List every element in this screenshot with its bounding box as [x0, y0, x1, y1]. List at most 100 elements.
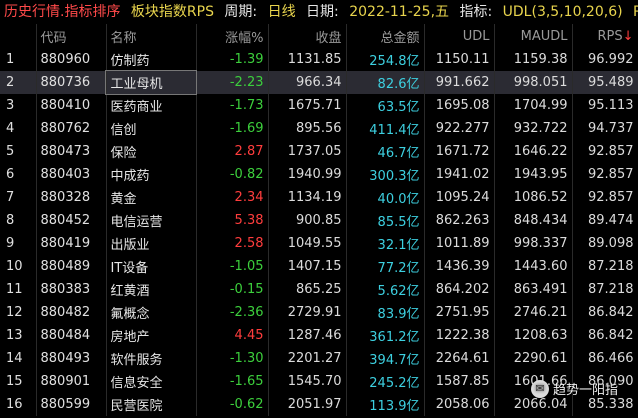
stock-code: 880482 [36, 301, 107, 324]
col-header-close[interactable]: 收盘 [268, 24, 347, 48]
row-index: 10 [0, 255, 37, 278]
change-pct: 2.58 [196, 232, 269, 255]
total-amount: 254.8亿 [346, 48, 425, 71]
stock-name: 医药商业 [106, 94, 197, 117]
col-header-udl[interactable]: UDL [424, 24, 495, 48]
table-row[interactable]: 8 880452 电信运营 5.38 900.85 85.5亿 862.263 848.434… [0, 209, 638, 232]
table-row[interactable]: 11 880383 红黄酒 -0.15 865.25 5.62亿 864.202 863.49… [0, 278, 638, 301]
table-header-row: 代码 名称 涨幅% 收盘 总金额 UDL MAUDL RPS↓ [0, 24, 638, 48]
stock-code: 880403 [36, 163, 107, 186]
table-row[interactable]: 2 880736 工业母机 -2.23 966.34 82.6亿 991.662 998.05… [0, 70, 638, 95]
stock-code: 880736 [36, 71, 107, 94]
udl-value: 1587.85 [424, 370, 495, 393]
table-row[interactable]: 12 880482 氟概念 -2.36 2729.91 83.9亿 2751.95 2746.… [0, 301, 638, 324]
sort-desc-icon: ↓ [622, 28, 634, 44]
table-row[interactable]: 14 880493 软件服务 -1.30 2201.27 394.7亿 2264.61 229… [0, 347, 638, 370]
total-amount: 46.7亿 [346, 140, 425, 163]
title-bar: 历史行情.指标排序 板块指数RPS 周期: 日线 日期: 2022-11-25,… [0, 0, 638, 24]
date-value[interactable]: 2022-11-25,五 [349, 4, 449, 20]
rps-value: 86.842 [572, 301, 638, 324]
table-row[interactable]: 1 880960 仿制药 -1.39 1131.85 254.8亿 1150.11 1159.… [0, 48, 638, 71]
row-index: 7 [0, 186, 37, 209]
watermark: ✉ 趋势一阳指 [530, 379, 618, 398]
stock-code: 880762 [36, 117, 107, 140]
table-row[interactable]: 13 880484 房地产 4.45 1287.46 361.2亿 1222.38 1208.… [0, 324, 638, 347]
total-amount: 85.5亿 [346, 209, 425, 232]
udl-value: 1011.89 [424, 232, 495, 255]
change-pct: -2.36 [196, 301, 269, 324]
rps-value: 92.857 [572, 186, 638, 209]
stock-name: 出版业 [106, 232, 197, 255]
rps-value: 92.857 [572, 140, 638, 163]
stock-name: 红黄酒 [106, 278, 197, 301]
col-header-code[interactable]: 代码 [36, 24, 107, 48]
total-amount: 82.6亿 [346, 71, 425, 94]
stock-name: 工业母机 [105, 70, 197, 95]
stock-code: 880493 [36, 347, 107, 370]
table-row[interactable]: 7 880328 黄金 2.34 1134.19 40.0亿 1095.24 1086.52 9… [0, 186, 638, 209]
stock-name: 民营医院 [106, 393, 197, 416]
close-price: 895.56 [268, 117, 347, 140]
close-price: 1287.46 [268, 324, 347, 347]
watermark-text: 趋势一阳指 [552, 383, 618, 398]
indicator-value[interactable]: UDL(3,5,10,20,6) [503, 4, 623, 20]
row-index: 9 [0, 232, 37, 255]
table-row[interactable]: 3 880410 医药商业 -1.73 1675.71 63.5亿 1695.08 1704.… [0, 94, 638, 117]
maudl-value: 1443.60 [494, 255, 573, 278]
stock-name: 黄金 [106, 186, 197, 209]
rps-value: 96.992 [572, 48, 638, 71]
rps-value: 86.842 [572, 324, 638, 347]
total-amount: 83.9亿 [346, 301, 425, 324]
close-price: 1737.05 [268, 140, 347, 163]
maudl-value: 1159.38 [494, 48, 573, 71]
udl-value: 922.277 [424, 117, 495, 140]
change-pct: -2.23 [196, 71, 269, 94]
rps-value: 95.489 [572, 71, 638, 94]
row-index: 3 [0, 94, 37, 117]
table-row[interactable]: 5 880473 保险 2.87 1737.05 46.7亿 1671.72 1646.22 9… [0, 140, 638, 163]
stock-name: 仿制药 [106, 48, 197, 71]
period-label: 周期: [224, 4, 258, 20]
udl-value: 2751.95 [424, 301, 495, 324]
maudl-value: 932.722 [494, 117, 573, 140]
row-index: 4 [0, 117, 37, 140]
table-row[interactable]: 10 880489 IT设备 -1.05 1407.15 77.2亿 1436.39 1443… [0, 255, 638, 278]
udl-value: 1095.24 [424, 186, 495, 209]
maudl-value: 1646.22 [494, 140, 573, 163]
col-header-maudl[interactable]: MAUDL [494, 24, 573, 48]
change-pct: -1.39 [196, 48, 269, 71]
rps-value: 87.218 [572, 255, 638, 278]
period-value[interactable]: 日线 [268, 4, 296, 20]
col-header-rps[interactable]: RPS↓ [572, 24, 638, 48]
col-header-change[interactable]: 涨幅% [196, 24, 269, 48]
stock-name: 房地产 [106, 324, 197, 347]
close-price: 1134.19 [268, 186, 347, 209]
stock-code: 880489 [36, 255, 107, 278]
change-pct: -0.15 [196, 278, 269, 301]
close-price: 2201.27 [268, 347, 347, 370]
rps-value: 94.737 [572, 117, 638, 140]
change-pct: 5.38 [196, 209, 269, 232]
udl-value: 1150.11 [424, 48, 495, 71]
change-pct: 2.34 [196, 186, 269, 209]
stock-name: 软件服务 [106, 347, 197, 370]
maudl-value: 1943.95 [494, 163, 573, 186]
row-index: 16 [0, 393, 37, 416]
change-pct: -1.30 [196, 347, 269, 370]
stock-name: 信息安全 [106, 370, 197, 393]
col-header-amount[interactable]: 总金额 [346, 24, 425, 48]
stock-name: 中成药 [106, 163, 197, 186]
udl-value: 1671.72 [424, 140, 495, 163]
table-row[interactable]: 4 880762 信创 -1.69 895.56 411.4亿 922.277 932.722… [0, 117, 638, 140]
maudl-value: 2746.21 [494, 301, 573, 324]
udl-value: 1222.38 [424, 324, 495, 347]
col-header-name[interactable]: 名称 [106, 24, 197, 48]
table-row[interactable]: 6 880403 中成药 -0.82 1940.99 300.3亿 1941.02 1943.… [0, 163, 638, 186]
change-pct: -0.62 [196, 393, 269, 416]
rps-value: 89.098 [572, 232, 638, 255]
stock-code: 880473 [36, 140, 107, 163]
udl-value: 991.662 [424, 71, 495, 94]
maudl-value: 2290.61 [494, 347, 573, 370]
total-amount: 5.62亿 [346, 278, 425, 301]
table-row[interactable]: 9 880419 出版业 2.58 1049.55 32.1亿 1011.89 998.337… [0, 232, 638, 255]
